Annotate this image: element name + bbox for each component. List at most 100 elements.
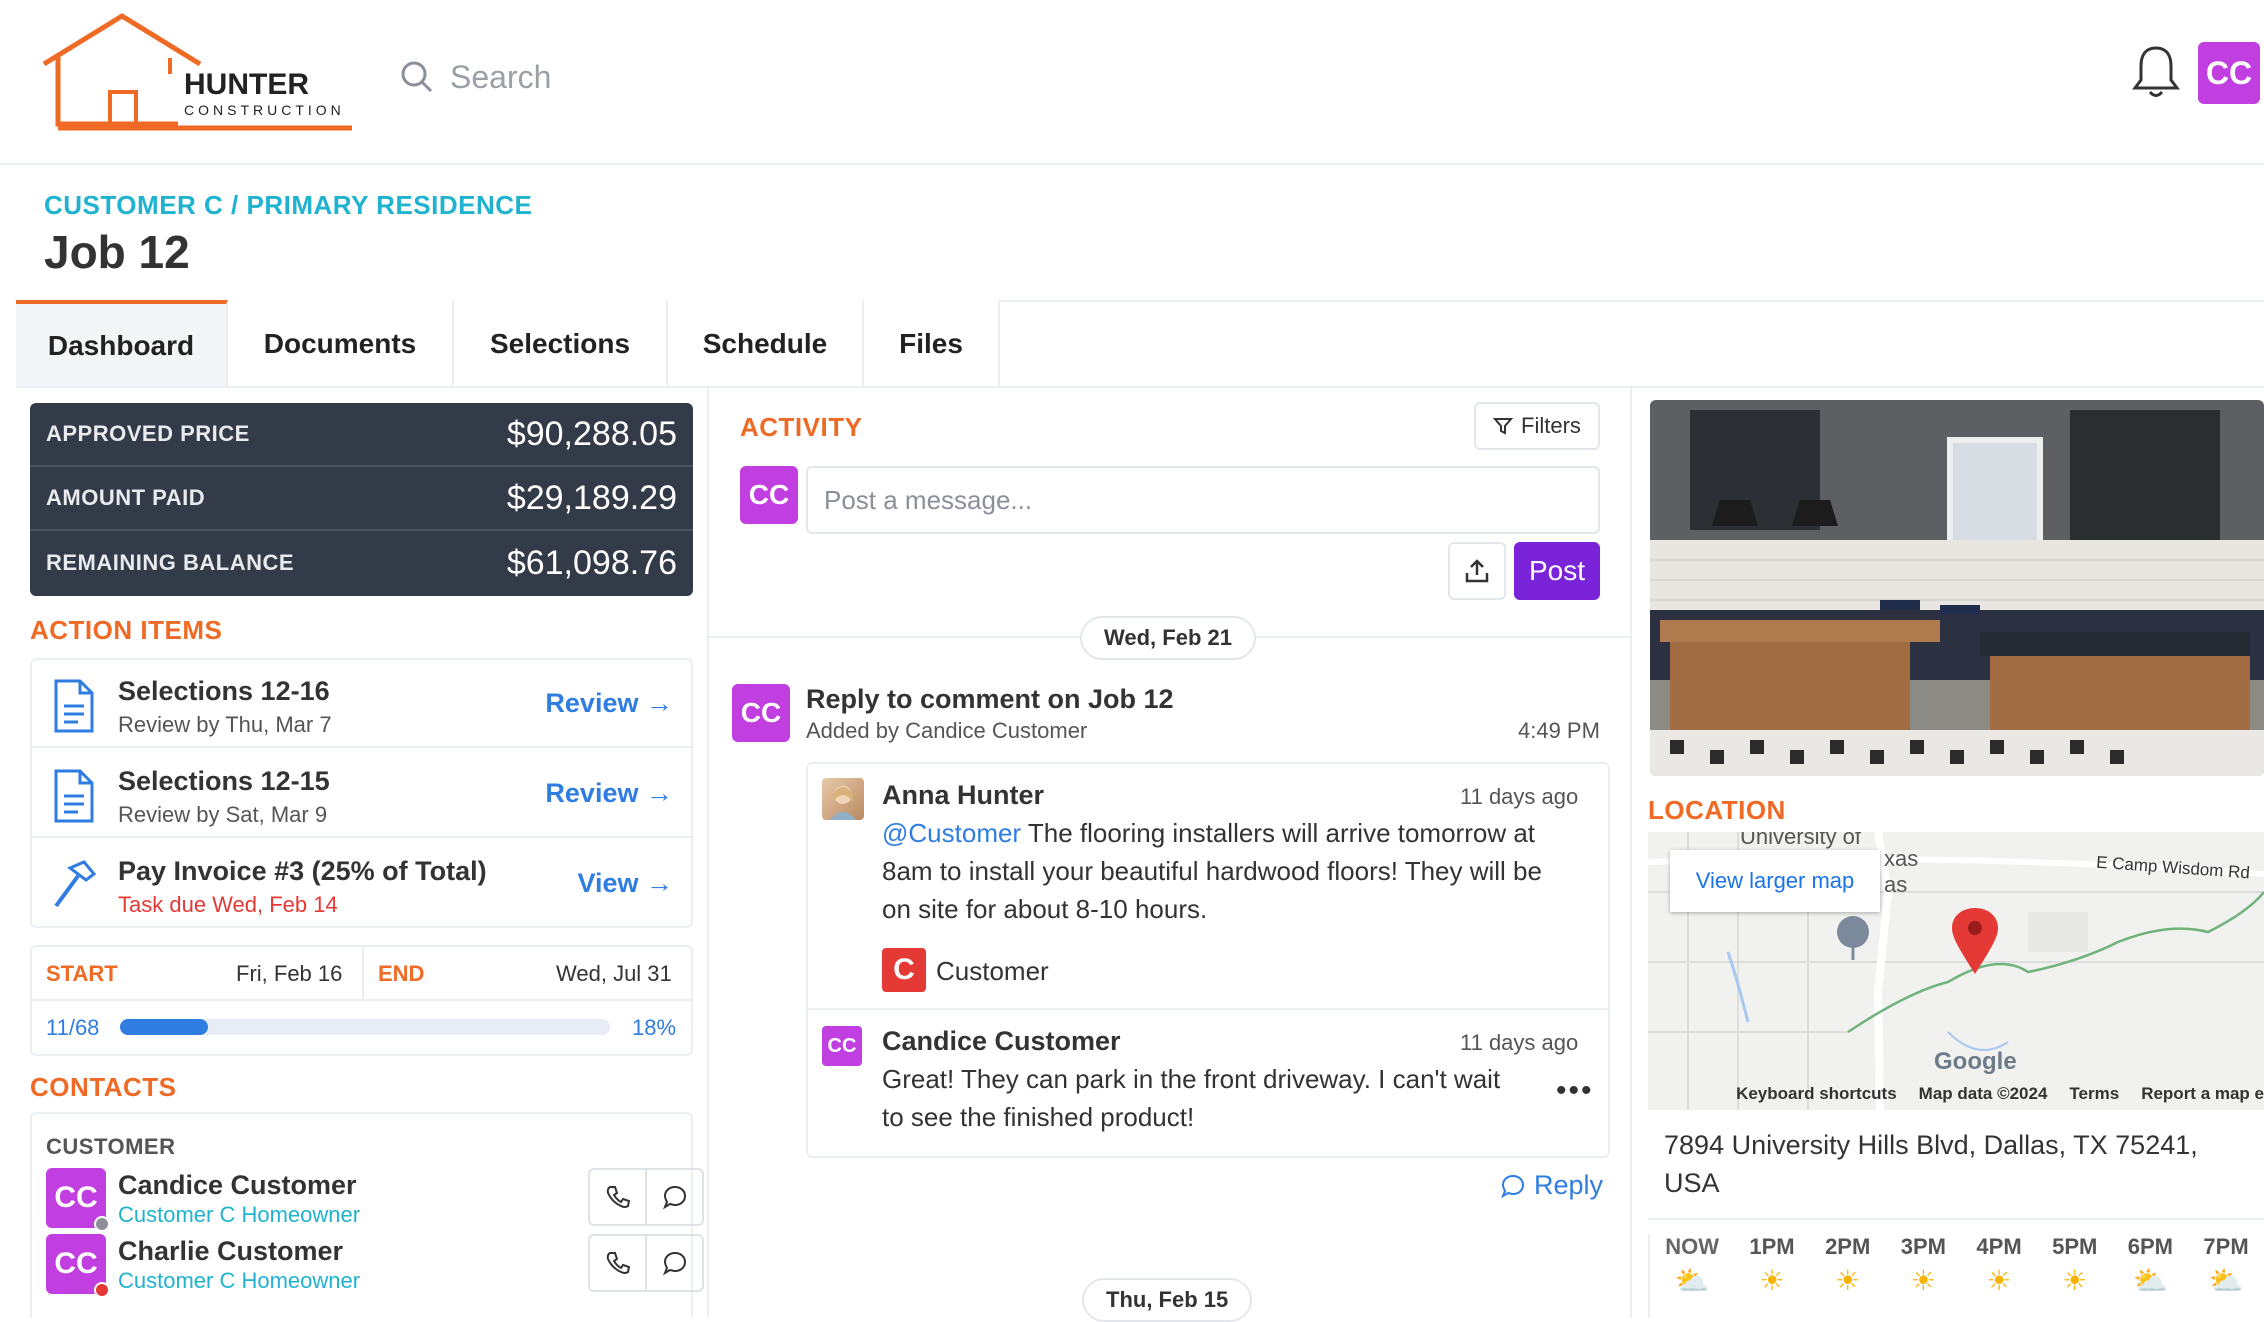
message-input[interactable] (806, 466, 1600, 534)
sun-icon: ☀ (1835, 1265, 1861, 1296)
contact-name: Candice Customer (118, 1170, 357, 1200)
job-address: 7894 University Hills Blvd, Dallas, TX 7… (1664, 1126, 2224, 1202)
comment-text-line: to see the finished product! (882, 1102, 1195, 1132)
activity-heading: ACTIVITY (740, 412, 863, 442)
comment-text-line: on site for about 8-10 hours. (882, 894, 1208, 924)
location-heading: LOCATION (1648, 795, 1786, 825)
company-logo[interactable]: HUNTER CONSTRUCTION (40, 12, 360, 137)
view-larger-map-link[interactable]: View larger map (1670, 850, 1880, 912)
review-link[interactable]: Review → (545, 688, 673, 719)
column-divider (707, 388, 709, 1318)
search-placeholder: Search (450, 58, 552, 95)
chat-icon (1500, 1174, 1525, 1198)
action-item[interactable]: Selections 12-16 Review by Thu, Mar 7 Re… (32, 660, 691, 748)
phone-icon[interactable] (590, 1236, 647, 1290)
breadcrumb[interactable]: CUSTOMER C / PRIMARY RESIDENCE (44, 190, 532, 221)
weather-hour: 5PM ☀ (2052, 1234, 2097, 1318)
action-items-list: Selections 12-16 Review by Thu, Mar 7 Re… (30, 658, 693, 928)
more-options-icon[interactable]: ••• (1556, 1074, 1594, 1108)
date-separator: Thu, Feb 15 (1082, 1278, 1253, 1322)
search-bar[interactable]: Search (400, 52, 551, 102)
map-data-label: Map data ©2024 (1918, 1084, 2048, 1103)
thread-avatar: CC (732, 684, 790, 742)
weather-hour-label: 5PM (2052, 1234, 2098, 1259)
comment-text-line: 8am to install your beautiful hardwood f… (882, 856, 1542, 886)
report-map-error-link[interactable]: Report a map e (2141, 1084, 2264, 1110)
map-label: University of (1740, 832, 1862, 849)
comment-author: Anna Hunter (882, 780, 1044, 810)
comment-time: 11 days ago (1460, 1030, 1579, 1055)
search-icon (401, 61, 433, 93)
user-avatar[interactable]: CC (2198, 42, 2260, 104)
comment-author: Candice Customer (882, 1026, 1121, 1056)
task-count: 11/68 (46, 1015, 100, 1040)
view-link[interactable]: View → (577, 868, 673, 899)
job-photo[interactable] (1650, 400, 2264, 776)
notifications-bell-icon[interactable] (2132, 44, 2180, 100)
contact-row[interactable]: CC Charlie Customer Customer C Homeowner (46, 1234, 704, 1298)
tab-files[interactable]: Files (864, 300, 1000, 388)
view-link-label: View (577, 868, 639, 898)
tag-badge: C (882, 948, 926, 992)
weather-hour-label: 2PM (1825, 1234, 1871, 1259)
weather-hour: 1PM ☀ (1749, 1234, 1794, 1318)
action-item[interactable]: Pay Invoice #3 (25% of Total) Task due W… (32, 840, 691, 928)
phone-icon[interactable] (590, 1170, 647, 1224)
tab-schedule[interactable]: Schedule (668, 300, 864, 388)
comment-body: Great! They can park in the front drivew… (882, 1060, 1500, 1136)
action-items-heading: ACTION ITEMS (30, 615, 223, 645)
progress-bar (120, 1019, 610, 1035)
contacts-heading: CONTACTS (30, 1072, 177, 1102)
chat-icon[interactable] (647, 1170, 702, 1224)
amount-paid-row: AMOUNT PAID $29,189.29 (30, 467, 693, 531)
remaining-balance-row: REMAINING BALANCE $61,098.76 (30, 531, 693, 595)
remaining-balance-label: REMAINING BALANCE (46, 550, 295, 575)
divider (1648, 1218, 2264, 1220)
weather-hour: 3PM ☀ (1901, 1234, 1946, 1318)
kitchen-photo-image (1650, 400, 2264, 776)
page-title: Job 12 (44, 226, 190, 278)
map-label: xas (1884, 846, 1919, 871)
brand-tagline: CONSTRUCTION (184, 102, 345, 118)
job-tabs: Dashboard Documents Selections Schedule … (16, 300, 1000, 388)
approved-price-row: APPROVED PRICE $90,288.05 (30, 403, 693, 467)
weather-hour: 2PM ☀ (1825, 1234, 1870, 1318)
action-due: Task due Wed, Feb 14 (118, 892, 338, 917)
keyboard-shortcuts-link[interactable]: Keyboard shortcuts (1736, 1084, 1897, 1110)
tab-dashboard[interactable]: Dashboard (16, 300, 228, 388)
terms-link[interactable]: Terms (2069, 1084, 2119, 1110)
divider (808, 1008, 1608, 1010)
contact-row[interactable]: CC Candice Customer Customer C Homeowner (46, 1168, 704, 1232)
column-divider (1630, 388, 1632, 1318)
mention-link[interactable]: @Customer (882, 818, 1021, 848)
progress-fill (120, 1019, 209, 1035)
end-label: END (378, 961, 425, 986)
thread-author: Added by Candice Customer (806, 718, 1088, 743)
reply-button[interactable]: Reply (1500, 1170, 1603, 1201)
contact-actions (588, 1234, 704, 1292)
location-map[interactable]: University of xas as E Camp Wisdom Rd Vi… (1648, 832, 2264, 1110)
arrow-right-icon: → (646, 688, 673, 718)
chat-icon[interactable] (647, 1236, 702, 1290)
weather-hour-label: 6PM (2127, 1234, 2173, 1259)
sun-icon: ☀ (1759, 1265, 1785, 1296)
filters-button[interactable]: Filters (1474, 402, 1600, 450)
comment-text-line: The flooring installers will arrive tomo… (1021, 818, 1536, 848)
action-due: Review by Sat, Mar 9 (118, 802, 328, 827)
contact-role: Customer C Homeowner (118, 1202, 361, 1227)
action-item[interactable]: Selections 12-15 Review by Sat, Mar 9 Re… (32, 750, 691, 838)
filter-icon (1493, 418, 1514, 435)
start-date: Fri, Feb 16 (236, 961, 343, 986)
contact-name: Charlie Customer (118, 1236, 344, 1266)
tab-selections[interactable]: Selections (454, 300, 668, 388)
weather-hour-label: 3PM (1900, 1234, 1946, 1259)
amount-paid-label: AMOUNT PAID (46, 485, 206, 510)
upload-button[interactable] (1448, 542, 1506, 600)
partly-cloudy-icon: ⛅ (1674, 1265, 1710, 1296)
thread-title[interactable]: Reply to comment on Job 12 (806, 684, 1174, 715)
review-link[interactable]: Review → (545, 778, 673, 809)
map-pin-icon[interactable] (1950, 906, 2000, 976)
action-title: Pay Invoice #3 (25% of Total) (118, 856, 487, 886)
tab-documents[interactable]: Documents (228, 300, 454, 388)
post-button[interactable]: Post (1514, 542, 1600, 600)
